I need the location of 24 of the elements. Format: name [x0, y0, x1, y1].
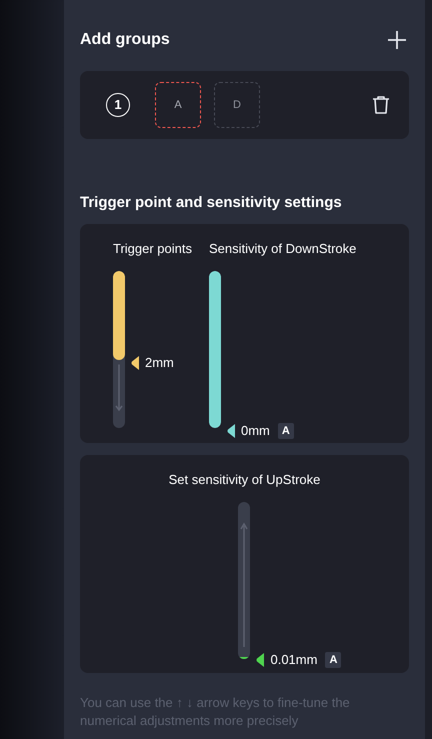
section-heading: Add groups	[80, 30, 170, 50]
mode-badge: A	[278, 423, 294, 439]
arrow-icon	[240, 522, 248, 647]
key-slot[interactable]: D	[214, 82, 260, 128]
delete-button[interactable]	[371, 94, 391, 116]
slider-track[interactable]	[238, 502, 250, 659]
slider-value: 0.01mm	[270, 652, 318, 668]
arrow-icon	[115, 364, 123, 412]
mode-badge: A	[325, 652, 342, 668]
slider-value: 0mm	[241, 423, 270, 439]
section-heading: Trigger point and sensitivity settings	[80, 193, 343, 213]
group-number: 1	[106, 93, 130, 117]
marker-icon[interactable]	[131, 356, 139, 370]
slider-label: Sensitivity of DownStroke	[209, 240, 356, 258]
plus-icon	[387, 30, 407, 50]
trash-icon	[372, 95, 390, 115]
slider-track[interactable]	[113, 271, 125, 428]
add-button[interactable]	[387, 30, 407, 50]
marker-icon[interactable]	[256, 653, 264, 668]
key-slot[interactable]: A	[155, 82, 201, 128]
slider-label: Set sensitivity of UpStroke	[168, 471, 320, 489]
slider-label: Trigger points	[113, 240, 192, 258]
slider-value: 2mm	[145, 355, 174, 372]
marker-icon[interactable]	[227, 424, 235, 438]
